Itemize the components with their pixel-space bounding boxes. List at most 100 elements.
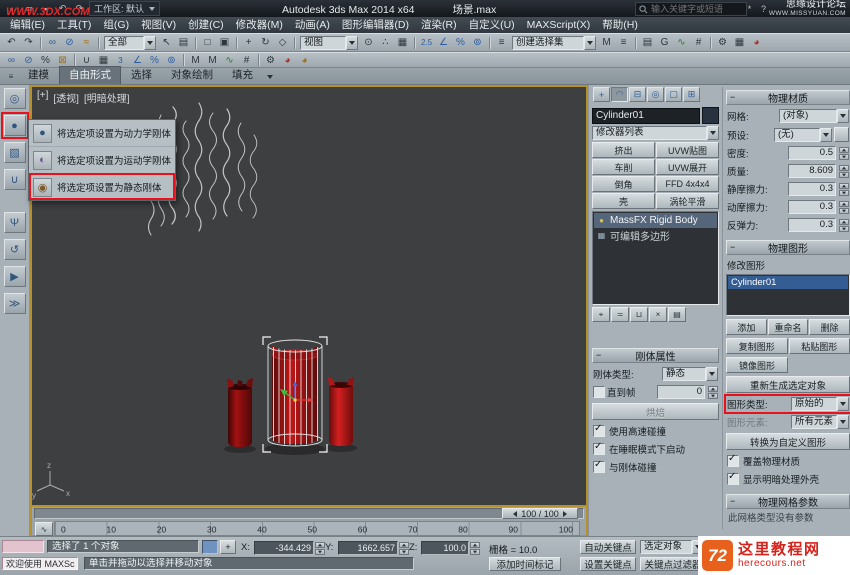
undo-toolbar-icon[interactable]: ↶ bbox=[3, 35, 20, 50]
paste-shape-button[interactable]: 粘贴图形 bbox=[788, 338, 850, 354]
shape-type-dropdown[interactable]: 原始的 bbox=[791, 397, 849, 411]
z-coordinate-field[interactable]: 100.0 bbox=[421, 541, 480, 555]
reset-simulation-icon[interactable]: ↺ bbox=[3, 239, 26, 260]
chevron-down-icon[interactable] bbox=[837, 415, 849, 429]
bounciness-spinner[interactable] bbox=[839, 218, 849, 232]
make-unique-icon[interactable]: ⊔ bbox=[630, 307, 648, 322]
redo-toolbar-icon[interactable]: ↷ bbox=[20, 35, 37, 50]
bulb-icon[interactable]: ● bbox=[596, 216, 607, 225]
time-slider[interactable]: 100 / 100 bbox=[30, 507, 588, 520]
rendered-frame-icon[interactable]: ▦ bbox=[731, 35, 748, 50]
select-and-manipulate-icon[interactable]: ∴ bbox=[377, 35, 394, 50]
stack-item-massfx-rigid-body[interactable]: ● MassFX Rigid Body bbox=[594, 213, 717, 228]
chevron-down-icon[interactable] bbox=[837, 109, 849, 123]
bind-to-space-warp-icon[interactable]: ≈ bbox=[78, 35, 95, 50]
menu-create[interactable]: 创建(C) bbox=[182, 17, 230, 33]
mini-curve-editor-icon[interactable]: ∿ bbox=[35, 522, 53, 536]
graphite-ribbon-icon[interactable]: G bbox=[656, 35, 673, 50]
macro-recorder-field[interactable] bbox=[2, 540, 44, 553]
flyout-item-kinematic-rigid-body[interactable]: ◐ 将选定项设置为运动学刚体 bbox=[29, 146, 175, 173]
search-input[interactable] bbox=[651, 4, 743, 14]
track-bar-ruler[interactable]: 0 10 20 30 40 50 60 70 80 90 100 bbox=[54, 521, 580, 536]
tab-create-icon[interactable]: + bbox=[593, 87, 610, 102]
override-physical-material-checkbox[interactable] bbox=[727, 453, 739, 467]
remove-modifier-icon[interactable]: × bbox=[649, 307, 667, 322]
tab-hierarchy-icon[interactable]: ⊟ bbox=[629, 87, 646, 102]
modifier-list-dropdown[interactable]: 修改器列表 bbox=[592, 126, 719, 140]
tab-utilities-icon[interactable]: ⊞ bbox=[683, 87, 700, 102]
constraint-icon[interactable]: ∪ bbox=[3, 169, 26, 190]
pin-stack-icon[interactable]: ⌖ bbox=[592, 307, 610, 322]
menu-group[interactable]: 组(G) bbox=[97, 17, 135, 33]
menu-rendering[interactable]: 渲染(R) bbox=[415, 17, 463, 33]
ribbon-tab-modeling[interactable]: 建模 bbox=[19, 66, 58, 84]
ribbon-collapse-icon[interactable] bbox=[263, 70, 277, 83]
select-object-icon[interactable]: ↖ bbox=[158, 35, 175, 50]
mass-field[interactable]: 8.609 bbox=[788, 164, 836, 178]
spinner-snap-icon[interactable]: ⊚ bbox=[469, 35, 486, 50]
menu-views[interactable]: 视图(V) bbox=[135, 17, 182, 33]
reference-coordinate-dropdown[interactable]: 视图 bbox=[300, 35, 358, 50]
object-color-swatch[interactable] bbox=[702, 107, 719, 124]
link-constraint-icon[interactable]: ∞ bbox=[3, 53, 20, 68]
modifier-button-turbosmooth[interactable]: 涡轮平滑 bbox=[656, 193, 719, 209]
align-icon[interactable]: ≡ bbox=[615, 35, 632, 50]
set-rigid-body-flyout-icon[interactable]: ● bbox=[0, 112, 29, 139]
shape-element-dropdown[interactable]: 所有元素 bbox=[791, 415, 849, 429]
cylinder-object-left[interactable] bbox=[227, 378, 253, 447]
viewport-menu-token[interactable]: [+] bbox=[37, 90, 48, 105]
menu-modifiers[interactable]: 修改器(M) bbox=[230, 17, 289, 33]
rename-shape-button[interactable]: 重命名 bbox=[767, 319, 809, 335]
delete-shape-button[interactable]: 删除 bbox=[809, 319, 850, 335]
snap-toggle-icon[interactable]: 2.5 bbox=[418, 35, 435, 50]
until-frame-spinner[interactable] bbox=[708, 385, 718, 399]
select-and-link-icon[interactable]: ∞ bbox=[44, 35, 61, 50]
tab-display-icon[interactable]: ▢ bbox=[665, 87, 682, 102]
mesh-dropdown[interactable]: (对象) bbox=[779, 109, 849, 123]
previous-frame-icon[interactable] bbox=[513, 510, 518, 517]
mirror-icon[interactable]: M bbox=[598, 35, 615, 50]
preset-dropdown[interactable]: (无) bbox=[774, 127, 832, 142]
window-crossing-icon[interactable]: ▣ bbox=[216, 35, 233, 50]
render-teapot-icon[interactable]: ◕ bbox=[279, 53, 296, 68]
bounciness-field[interactable]: 0.3 bbox=[788, 218, 836, 232]
modifier-button-uvw-map[interactable]: UVW贴图 bbox=[656, 142, 719, 158]
menu-help[interactable]: 帮助(H) bbox=[596, 17, 644, 33]
regenerate-selected-button[interactable]: 重新生成选定对象 bbox=[726, 376, 850, 393]
curve-editor-icon[interactable]: ∿ bbox=[673, 35, 690, 50]
show-end-result-icon[interactable]: ≍ bbox=[611, 307, 629, 322]
keyboard-override-icon[interactable]: ▦ bbox=[394, 35, 411, 50]
layer-manager-icon[interactable]: ▤ bbox=[639, 35, 656, 50]
search-box[interactable] bbox=[635, 2, 747, 16]
chevron-down-icon[interactable] bbox=[706, 367, 718, 381]
display-shaded-hulls-checkbox[interactable] bbox=[727, 471, 739, 485]
named-selection-sets-dropdown[interactable]: 创建选择集 bbox=[512, 35, 596, 50]
object-name-field[interactable]: Cylinder01 bbox=[592, 107, 700, 124]
dynamic-friction-spinner[interactable] bbox=[839, 200, 849, 214]
render-setup-icon[interactable]: ⚙ bbox=[262, 53, 279, 68]
menu-customize[interactable]: 自定义(U) bbox=[463, 17, 521, 33]
cylinder-object-right[interactable] bbox=[328, 377, 354, 446]
rollout-rigid-body-properties[interactable]: 刚体属性 bbox=[592, 348, 719, 363]
step-simulation-icon[interactable]: ≫ bbox=[3, 293, 26, 314]
tab-modify-icon[interactable]: ◠ bbox=[611, 87, 628, 102]
chevron-down-icon[interactable] bbox=[707, 126, 719, 140]
viewport-view-token[interactable]: [透视] bbox=[53, 90, 79, 105]
use-pivot-center-icon[interactable]: ⊙ bbox=[360, 35, 377, 50]
menu-tools[interactable]: 工具(T) bbox=[51, 17, 97, 33]
modifier-button-bevel[interactable]: 倒角 bbox=[592, 176, 655, 192]
bake-button[interactable]: 烘焙 bbox=[592, 403, 719, 420]
mass-spinner[interactable] bbox=[839, 164, 849, 178]
start-in-sleep-mode-checkbox[interactable] bbox=[593, 441, 605, 455]
percent-snap-icon[interactable]: % bbox=[452, 35, 469, 50]
chevron-down-icon[interactable] bbox=[584, 35, 596, 50]
rollout-physical-material[interactable]: 物理材质 bbox=[726, 90, 850, 105]
preset-lock-icon[interactable] bbox=[834, 127, 849, 142]
workspace-selector[interactable]: 工作区: 默认 bbox=[89, 1, 161, 16]
add-time-tag-button[interactable]: 添加时间标记 bbox=[489, 557, 561, 571]
modifier-button-shell[interactable]: 壳 bbox=[592, 193, 655, 209]
rollout-physical-mesh-parameters[interactable]: 物理网格参数 bbox=[726, 494, 850, 509]
rigid-body-type-dropdown[interactable]: 静态 bbox=[662, 367, 718, 381]
configure-modifier-sets-icon[interactable]: ▤ bbox=[668, 307, 686, 322]
chevron-down-icon[interactable] bbox=[144, 35, 156, 50]
